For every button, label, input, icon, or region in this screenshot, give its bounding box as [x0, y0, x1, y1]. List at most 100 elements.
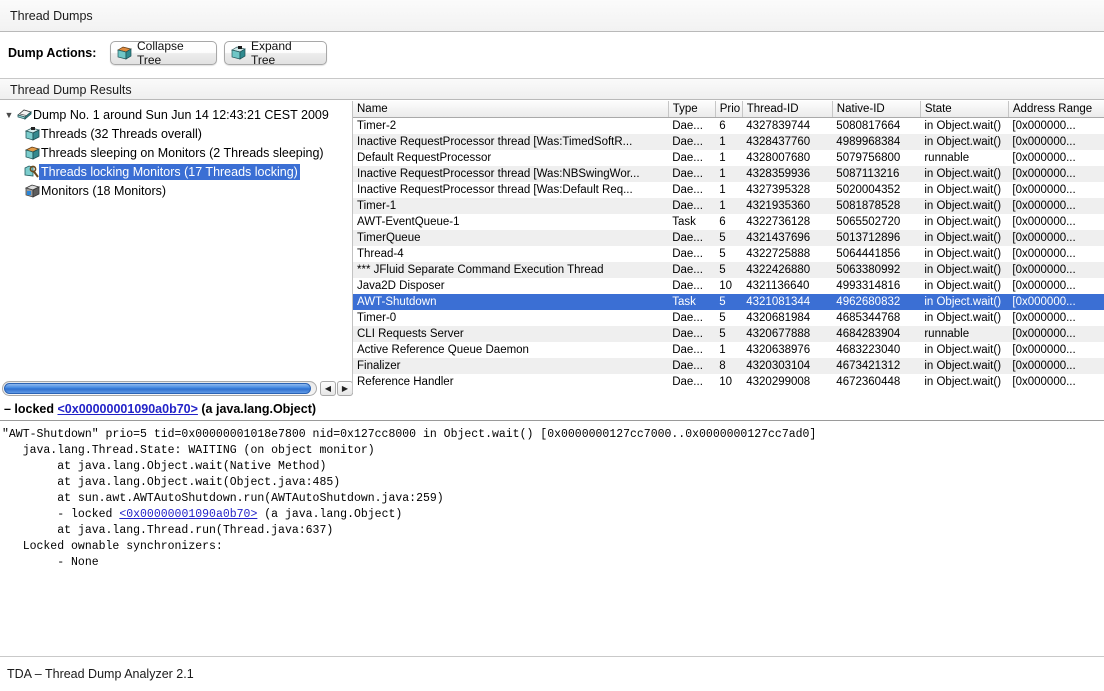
cell-address-range: [0x000000...: [1008, 310, 1104, 326]
tree-node-label: Threads (32 Threads overall): [41, 126, 202, 141]
tree-node-monitors[interactable]: Monitors (18 Monitors): [24, 181, 168, 200]
table-row[interactable]: AWT-EventQueue-1 Task 6 4322736128 506550272…: [353, 214, 1104, 230]
cell-address-range: [0x000000...: [1008, 326, 1104, 342]
locked-suffix: (a java.lang.Object): [197, 402, 317, 416]
column-header-address-range[interactable]: Address Range: [1008, 101, 1104, 118]
table-row[interactable]: Inactive RequestProcessor thread [Was:NB…: [353, 166, 1104, 182]
scroll-right-button[interactable]: ▶: [337, 381, 353, 396]
cell-name: Default RequestProcessor: [353, 150, 669, 166]
cell-thread-id: 4320638976: [742, 342, 833, 358]
tree-horizontal-scrollbar[interactable]: [2, 381, 317, 396]
cell-native-id: 4673421312: [832, 358, 921, 374]
cell-type: Dae...: [668, 246, 716, 262]
cell-thread-id: 4320299008: [742, 374, 833, 390]
cell-state: in Object.wait(): [920, 117, 1009, 134]
column-header-thread-id[interactable]: Thread-ID: [742, 101, 833, 118]
cell-state: in Object.wait(): [920, 214, 1009, 230]
stack-trace-view[interactable]: "AWT-Shutdown" prio=5 tid=0x00000001018e…: [0, 422, 1104, 656]
collapse-tree-button[interactable]: Collapse Tree: [110, 39, 217, 67]
table-row[interactable]: Inactive RequestProcessor thread [Was:De…: [353, 182, 1104, 198]
cell-prio: 5: [715, 230, 743, 246]
dump-tree[interactable]: ▼ Dump No. 1 around Sun Jun 14 12:43:21 …: [0, 101, 352, 377]
column-header-name[interactable]: Name: [353, 101, 669, 118]
expand-tree-button[interactable]: Expand Tree: [224, 39, 327, 67]
table-row[interactable]: Timer-2 Dae... 6 4327839744 5080817664 in Obj…: [353, 117, 1104, 134]
cell-thread-id: 4328359936: [742, 166, 833, 182]
cell-thread-id: 4322725888: [742, 246, 833, 262]
cell-address-range: [0x000000...: [1008, 198, 1104, 214]
cell-name: Timer-0: [353, 310, 669, 326]
monitor-link[interactable]: <0x00000001090a0b70>: [58, 402, 198, 416]
tree-node-threads-sleeping[interactable]: Threads sleeping on Monitors (2 Threads …: [24, 143, 326, 162]
table-row[interactable]: Thread-4 Dae... 5 4322725888 5064441856 in Ob…: [353, 246, 1104, 262]
column-header-prio[interactable]: Prio: [715, 101, 743, 118]
table-row[interactable]: CLI Requests Server Dae... 5 4320677888 4684…: [353, 326, 1104, 342]
sleeping-icon: [24, 145, 41, 161]
cell-name: Java2D Disposer: [353, 278, 669, 294]
cell-type: Dae...: [668, 278, 716, 294]
cell-name: CLI Requests Server: [353, 326, 669, 342]
thread-dump-results-header: Thread Dump Results: [0, 78, 1104, 100]
cell-state: in Object.wait(): [920, 182, 1009, 198]
tree-node-threads[interactable]: Threads (32 Threads overall): [24, 124, 204, 143]
cell-thread-id: 4328437760: [742, 134, 833, 150]
cell-name: Timer-2: [353, 117, 669, 134]
cell-state: in Object.wait(): [920, 134, 1009, 150]
scroll-left-button[interactable]: ◀: [320, 381, 336, 396]
cell-type: Dae...: [668, 117, 716, 134]
cell-prio: 1: [715, 134, 743, 150]
locked-monitor-text: – locked <0x00000001090a0b70> (a java.la…: [4, 402, 316, 416]
column-header-state[interactable]: State: [920, 101, 1009, 118]
cell-native-id: 4993314816: [832, 278, 921, 294]
tree-node-dump[interactable]: ▼ Dump No. 1 around Sun Jun 14 12:43:21 …: [2, 105, 331, 124]
cell-state: in Object.wait(): [920, 262, 1009, 278]
cell-name: *** JFluid Separate Command Execution Th…: [353, 262, 669, 278]
cell-state: in Object.wait(): [920, 198, 1009, 214]
tda-window: Thread Dumps Dump Actions: Collapse Tree: [0, 0, 1104, 691]
table-row[interactable]: Timer-0 Dae... 5 4320681984 4685344768 in Obj…: [353, 310, 1104, 326]
table-row[interactable]: Default RequestProcessor Dae... 1 432800768…: [353, 150, 1104, 166]
expand-twisty-icon[interactable]: ▼: [2, 110, 16, 120]
cell-name: Inactive RequestProcessor thread [Was:NB…: [353, 166, 669, 182]
cell-thread-id: 4328007680: [742, 150, 833, 166]
table-row[interactable]: Inactive RequestProcessor thread [Was:Ti…: [353, 134, 1104, 150]
thread-table[interactable]: Name Type Prio Thread-ID Native-ID State…: [352, 101, 1104, 393]
stack-trace-monitor-link[interactable]: <0x00000001090a0b70>: [119, 508, 257, 521]
table-row[interactable]: Finalizer Dae... 8 4320303104 4673421312 in O…: [353, 358, 1104, 374]
cell-thread-id: 4327395328: [742, 182, 833, 198]
cell-address-range: [0x000000...: [1008, 294, 1104, 310]
cell-name: Reference Handler: [353, 374, 669, 390]
cell-prio: 10: [715, 374, 743, 390]
cell-state: runnable: [920, 326, 1009, 342]
cell-prio: 8: [715, 358, 743, 374]
cell-name: Inactive RequestProcessor thread [Was:De…: [353, 182, 669, 198]
cell-name: Timer-1: [353, 198, 669, 214]
cell-prio: 5: [715, 294, 743, 310]
cell-prio: 5: [715, 262, 743, 278]
cell-address-range: [0x000000...: [1008, 182, 1104, 198]
table-row[interactable]: *** JFluid Separate Command Execution Th…: [353, 262, 1104, 278]
table-row[interactable]: TimerQueue Dae... 5 4321437696 5013712896 in …: [353, 230, 1104, 246]
locking-icon: [24, 164, 39, 180]
cell-native-id: 4685344768: [832, 310, 921, 326]
scrollbar-thumb[interactable]: [4, 383, 311, 394]
cell-thread-id: 4321437696: [742, 230, 833, 246]
cell-native-id: 4989968384: [832, 134, 921, 150]
locked-prefix: – locked: [4, 402, 58, 416]
cell-name: AWT-Shutdown: [353, 294, 669, 310]
cell-address-range: [0x000000...: [1008, 342, 1104, 358]
locked-monitor-bar: – locked <0x00000001090a0b70> (a java.la…: [0, 399, 1104, 421]
cell-thread-id: 4322426880: [742, 262, 833, 278]
cell-prio: 1: [715, 150, 743, 166]
table-row[interactable]: Reference Handler Dae... 10 4320299008 46723…: [353, 374, 1104, 390]
table-row[interactable]: AWT-Shutdown Task 5 4321081344 4962680832 in …: [353, 294, 1104, 310]
cell-prio: 6: [715, 117, 743, 134]
column-header-type[interactable]: Type: [668, 101, 716, 118]
cell-address-range: [0x000000...: [1008, 117, 1104, 134]
column-header-native-id[interactable]: Native-ID: [832, 101, 921, 118]
table-row[interactable]: Timer-1 Dae... 1 4321935360 5081878528 in Obj…: [353, 198, 1104, 214]
table-row[interactable]: Java2D Disposer Dae... 10 4321136640 4993314…: [353, 278, 1104, 294]
tree-node-threads-locking[interactable]: Threads locking Monitors (17 Threads loc…: [24, 162, 300, 181]
cell-type: Dae...: [668, 358, 716, 374]
table-row[interactable]: Active Reference Queue Daemon Dae... 1 4320…: [353, 342, 1104, 358]
